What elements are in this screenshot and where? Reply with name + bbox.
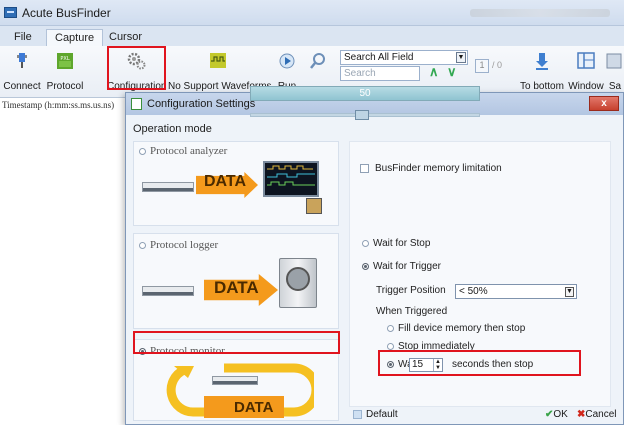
operation-mode-label: Operation mode [133, 123, 212, 135]
radio-stop-immediately[interactable] [387, 342, 394, 350]
memory-limit-slider-thumb[interactable] [355, 110, 369, 120]
previous-match-icon[interactable]: ∧ [429, 64, 439, 80]
trigger-position-select[interactable]: < 50% ▼ [455, 284, 577, 299]
next-match-icon[interactable]: ∨ [447, 64, 457, 80]
protocol-monitor-highlight [133, 331, 340, 354]
radio-protocol-logger[interactable] [139, 241, 146, 249]
default-icon [353, 409, 362, 419]
tab-file[interactable]: File [6, 29, 40, 46]
trigger-position-label: Trigger Position [376, 285, 446, 296]
device-icon [142, 286, 194, 296]
monitor-icon [263, 161, 319, 197]
protocol-button[interactable]: PXL Protocol [42, 48, 88, 94]
fill-memory-option[interactable]: Fill device memory then stop [387, 323, 525, 334]
dialog-icon [131, 98, 142, 110]
dialog-title: Configuration Settings [147, 98, 256, 110]
title-bar: Acute BusFinder [0, 0, 624, 26]
memory-limitation-option[interactable]: BusFinder memory limitation [360, 163, 502, 174]
mode-protocol-logger[interactable]: Protocol logger DATA [133, 233, 339, 329]
tab-cursor[interactable]: Cursor [101, 29, 150, 46]
app-title: Acute BusFinder [22, 6, 111, 20]
window-button[interactable]: Window [567, 48, 605, 94]
connect-button[interactable]: Connect [2, 48, 42, 94]
timestamp-column-header: Timestamp (h:mm:ss.ms.us.ns) [2, 100, 115, 110]
storage-icon [306, 198, 322, 214]
wait-for-trigger-option[interactable]: Wait for Trigger [362, 261, 441, 272]
wait-for-highlight [378, 350, 581, 376]
app-icon [4, 7, 17, 18]
wait-for-stop-option[interactable]: Wait for Stop [362, 238, 430, 249]
radio-wait-for-trigger[interactable] [362, 262, 369, 270]
window-icon [577, 52, 595, 69]
ssd-icon [279, 258, 317, 308]
radio-fill-memory[interactable] [387, 324, 394, 332]
tab-capture[interactable]: Capture [46, 29, 104, 46]
search-input[interactable]: Search [340, 66, 420, 81]
page-total: / 0 [492, 60, 503, 70]
window-controls [470, 9, 610, 17]
device-icon [212, 376, 258, 385]
chevron-down-icon: ▼ [456, 52, 466, 63]
save-icon [606, 53, 622, 69]
memory-limitation-checkbox[interactable] [360, 163, 369, 173]
radio-protocol-analyzer[interactable] [139, 147, 146, 155]
cancel-button[interactable]: ✖Cancel [577, 409, 617, 420]
configuration-highlight [107, 46, 166, 90]
radio-wait-for-stop[interactable] [362, 239, 369, 247]
ok-button[interactable]: ✔OK [545, 409, 568, 420]
svg-text:PXL: PXL [60, 56, 69, 62]
default-button[interactable]: Default [353, 409, 398, 420]
arrow-down-icon [536, 53, 548, 70]
protocol-icon: PXL [57, 53, 73, 69]
device-icon [142, 182, 194, 192]
menu-bar: File Capture Cursor [0, 26, 624, 46]
search-icon [310, 53, 325, 69]
to-bottom-button[interactable]: To bottom [520, 48, 564, 94]
close-button[interactable]: x [589, 96, 619, 111]
search-field-dropdown[interactable]: Search All Field ▼ [340, 50, 468, 65]
save-button[interactable]: Sa [606, 48, 624, 94]
page-input[interactable]: 1 [475, 59, 489, 73]
mode-protocol-analyzer[interactable]: Protocol analyzer DATA [133, 141, 339, 226]
chevron-down-icon: ▼ [565, 287, 574, 297]
connect-icon [17, 53, 27, 68]
memory-limit-value: 50 [359, 88, 371, 99]
when-triggered-label: When Triggered [376, 306, 448, 317]
memory-limit-bar: 50 [250, 86, 480, 101]
run-icon [279, 53, 295, 69]
packet-list: Timestamp (h:mm:ss.ms.us.ns) [0, 98, 128, 425]
waveform-icon [210, 53, 226, 68]
